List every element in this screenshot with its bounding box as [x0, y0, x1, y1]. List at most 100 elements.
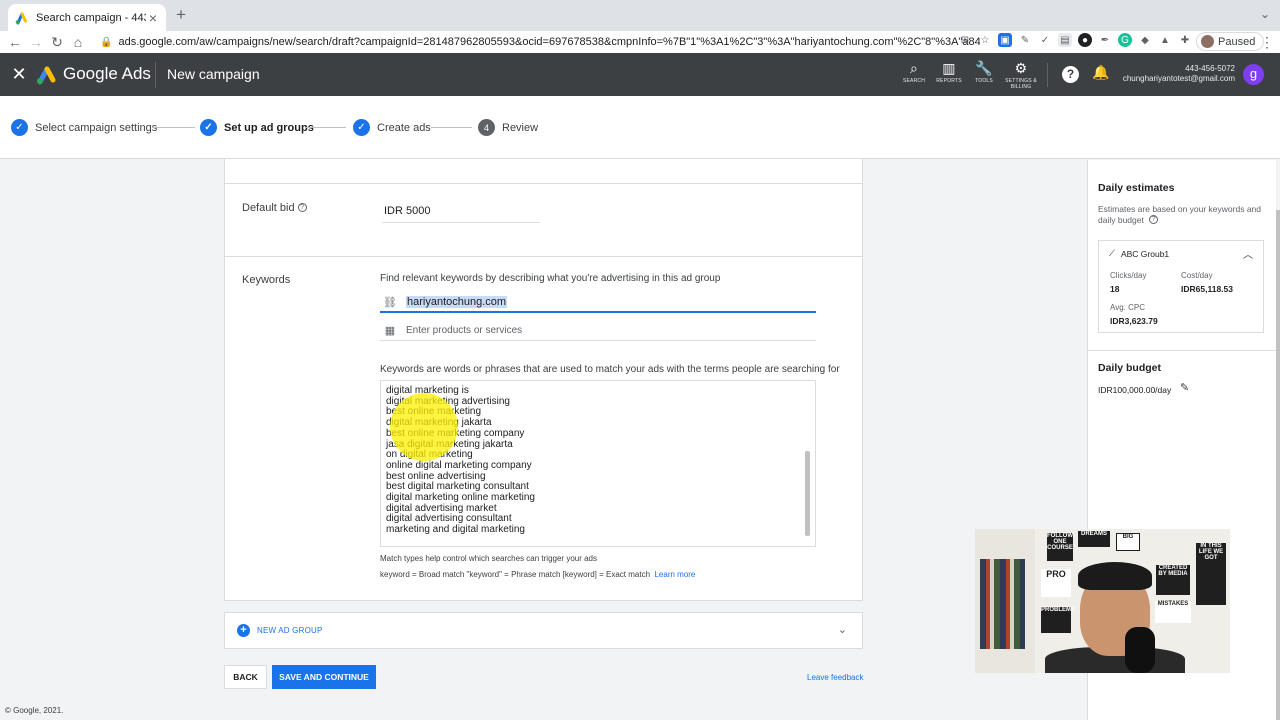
- bookmark-star-icon[interactable]: ☆: [978, 33, 992, 47]
- keyword-item: marketing and digital marketing: [386, 524, 525, 536]
- page-scrollbar[interactable]: [1276, 210, 1280, 720]
- chevron-up-icon[interactable]: ︿: [1243, 246, 1253, 261]
- step-connector: [306, 127, 346, 128]
- tools-label: TOOLS: [975, 78, 993, 84]
- header-search-button[interactable]: ⌕ SEARCH: [896, 60, 932, 84]
- help-question-icon[interactable]: ?: [1149, 215, 1159, 224]
- header-reports-button[interactable]: ▥ REPORTS: [931, 60, 967, 84]
- keywords-list-hint: Keywords are words or phrases that are u…: [380, 364, 840, 375]
- account-id: 443-456-5072: [1185, 64, 1235, 73]
- default-bid-label: Default bid: [242, 202, 295, 214]
- gear-icon: ⚙: [1014, 60, 1028, 76]
- step-label: Set up ad groups: [224, 121, 314, 134]
- extension-g-icon[interactable]: ◆: [1138, 33, 1152, 47]
- home-icon[interactable]: ⌂: [67, 31, 89, 53]
- webcam-books: [980, 559, 1025, 649]
- step-set-up-ad-groups[interactable]: ✓ Set up ad groups: [200, 119, 314, 136]
- extension-a-icon[interactable]: ▣: [998, 33, 1012, 47]
- cost-label: Cost/day: [1181, 271, 1213, 280]
- search-label: SEARCH: [902, 78, 926, 84]
- leave-feedback-link[interactable]: Leave feedback: [807, 673, 864, 682]
- account-info[interactable]: 443-456-5072 chunghariyantotest@gmail.co…: [1123, 64, 1235, 84]
- google-ads-logo-icon: [35, 65, 57, 85]
- extension-d-icon[interactable]: ▤: [1058, 33, 1072, 47]
- header-divider-right: [1047, 63, 1048, 87]
- ad-group-estimate-card: ⟋ ABC Groub1 ︿ Clicks/day 18 Cost/day ID…: [1098, 240, 1264, 333]
- add-circle-icon: +: [237, 624, 250, 637]
- url-field[interactable]: 🔒 ads.google.com/aw/campaigns/new/search…: [100, 32, 980, 52]
- website-url-field[interactable]: ⛓ hariyantochung.com: [380, 293, 816, 313]
- tab-search-icon[interactable]: ⌄: [1260, 7, 1270, 21]
- back-button[interactable]: BACK: [224, 665, 267, 689]
- browser-tabbar: Search campaign - 443-456-5 × + ⌄: [0, 0, 1280, 31]
- products-services-field[interactable]: ▦ Enter products or services: [380, 321, 816, 341]
- extension-f-icon[interactable]: ✒: [1098, 33, 1112, 47]
- profile-avatar: [1201, 35, 1214, 48]
- keywords-section: Keywords Find relevant keywords by descr…: [224, 256, 863, 601]
- webcam-person-hair: [1078, 562, 1152, 590]
- step-label: Create ads: [377, 121, 431, 134]
- campaign-stepper: ✓ Select campaign settings ✓ Set up ad g…: [0, 96, 1280, 159]
- google-ads-favicon-icon: [14, 11, 28, 25]
- avg-cpc-value: IDR3,623.79: [1110, 316, 1158, 326]
- step-review[interactable]: 4 Review: [478, 119, 538, 136]
- cost-value: IDR65,118.53: [1181, 284, 1233, 294]
- products-placeholder: Enter products or services: [406, 325, 523, 336]
- help-question-icon[interactable]: ?: [297, 203, 307, 212]
- back-arrow-icon[interactable]: ←: [4, 31, 26, 53]
- save-and-continue-button[interactable]: SAVE AND CONTINUE: [272, 665, 376, 689]
- chevron-down-icon[interactable]: ⌄: [838, 623, 847, 636]
- webcam-poster: CREATED BY MEDIA: [1156, 565, 1190, 595]
- header-settings-button[interactable]: ⚙ SETTINGS & BILLING: [1003, 60, 1039, 90]
- header-tools-button[interactable]: 🔧 TOOLS: [966, 60, 1002, 84]
- reload-icon[interactable]: ↻: [46, 31, 68, 53]
- account-avatar[interactable]: g: [1243, 64, 1264, 85]
- step-connector: [431, 127, 472, 128]
- profile-button[interactable]: Paused: [1196, 32, 1265, 51]
- close-icon[interactable]: ✕: [10, 63, 28, 85]
- webcam-poster: PRO: [1041, 569, 1071, 597]
- step-label: Review: [502, 121, 539, 134]
- clicks-value: 18: [1110, 284, 1120, 294]
- keywords-scrollbar[interactable]: [805, 451, 810, 536]
- extensions-puzzle-icon[interactable]: ✚: [1178, 33, 1192, 47]
- extension-h-icon[interactable]: ▲: [1158, 33, 1172, 47]
- edit-pencil-icon[interactable]: ✎: [1180, 381, 1189, 394]
- extension-e-icon[interactable]: ●: [1078, 33, 1092, 47]
- reports-label: REPORTS: [936, 78, 962, 84]
- browser-tab[interactable]: Search campaign - 443-456-5 ×: [8, 4, 166, 31]
- keywords-label: Keywords: [242, 274, 291, 286]
- check-icon: ✓: [353, 119, 370, 136]
- webcam-poster: FOLLOW ONE COURSE: [1047, 533, 1073, 561]
- reports-icon: ▥: [942, 60, 956, 76]
- notifications-bell-icon[interactable]: 🔔: [1092, 64, 1109, 81]
- ad-group-name: ABC Groub1: [1120, 248, 1170, 259]
- previous-section-card: [224, 159, 863, 184]
- help-icon[interactable]: ?: [1062, 66, 1079, 83]
- extension-c-icon[interactable]: ✓: [1038, 33, 1052, 47]
- copyright: © Google, 2021.: [5, 706, 64, 715]
- url-text: ads.google.com/aw/campaigns/new/search/d…: [118, 36, 980, 48]
- translate-icon[interactable]: ⊞: [958, 33, 972, 47]
- grammarly-icon[interactable]: G: [1118, 33, 1132, 47]
- forward-arrow-icon[interactable]: →: [25, 31, 47, 53]
- extensions-bar: ⊞ ☆ ▣ ✎ ✓ ▤ ● ✒ G ◆ ▲ ✚: [958, 33, 1192, 47]
- browser-menu-icon[interactable]: ⋮: [1260, 34, 1274, 51]
- ad-group-header[interactable]: ⟋ ABC Groub1: [1109, 248, 1169, 259]
- ads-header: ✕ Google Ads New campaign ⌕ SEARCH ▥ REP…: [0, 53, 1280, 96]
- learn-more-link[interactable]: Learn more: [654, 570, 695, 579]
- step-create-ads[interactable]: ✓ Create ads: [353, 119, 431, 136]
- cursor-highlight: [390, 393, 458, 461]
- extension-b-icon[interactable]: ✎: [1018, 33, 1032, 47]
- new-tab-icon[interactable]: +: [172, 6, 190, 24]
- step-label: Select campaign settings: [35, 121, 158, 134]
- tab-close-icon[interactable]: ×: [146, 10, 160, 26]
- daily-estimates-title: Daily estimates: [1098, 182, 1175, 194]
- default-bid-input[interactable]: IDR 5000: [382, 205, 540, 223]
- wrench-icon: 🔧: [975, 60, 993, 76]
- default-bid-label-wrap: Default bid?: [242, 202, 307, 214]
- step-select-campaign-settings[interactable]: ✓ Select campaign settings: [11, 119, 157, 136]
- new-ad-group-button[interactable]: + NEW AD GROUP ⌄: [224, 612, 863, 649]
- trend-icon: ⟋: [1109, 248, 1115, 258]
- step-number: 4: [478, 119, 495, 136]
